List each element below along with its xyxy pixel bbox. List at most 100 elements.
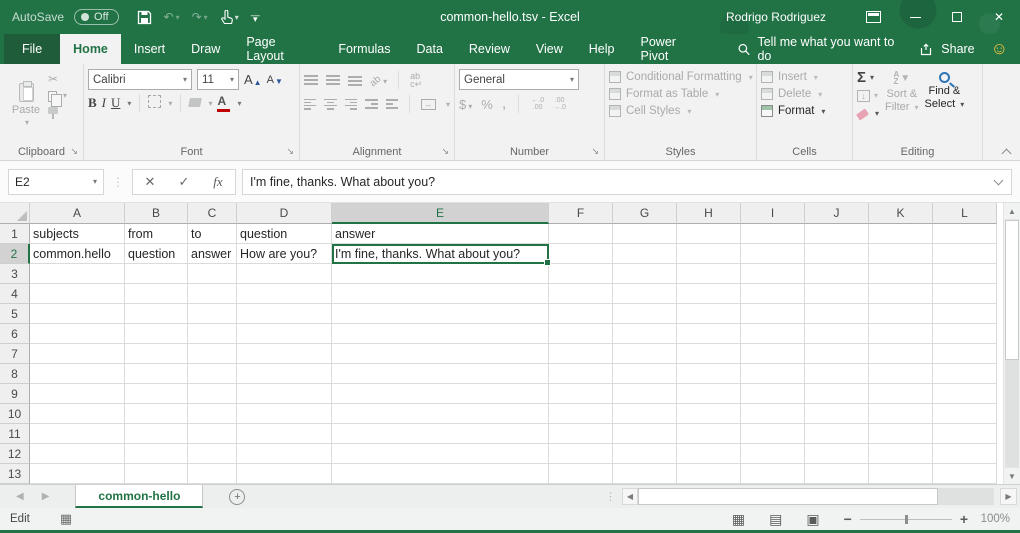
top-align-button[interactable] [304, 75, 318, 86]
cell-C10[interactable] [188, 404, 237, 424]
delete-cells-button[interactable]: Delete▾ [761, 88, 825, 100]
touch-mouse-mode-button[interactable]: ▾ [220, 10, 239, 25]
cell-G10[interactable] [613, 404, 677, 424]
cell-I2[interactable] [741, 244, 805, 264]
cell-B10[interactable] [125, 404, 188, 424]
cell-A9[interactable] [30, 384, 125, 404]
decrease-decimal-button[interactable]: .00→.0 [553, 97, 566, 111]
sheet-tab-common-hello[interactable]: common-hello [75, 485, 203, 508]
cell-H4[interactable] [677, 284, 741, 304]
horizontal-scroll-track[interactable] [938, 488, 994, 505]
accounting-format-button[interactable]: $▾ [459, 97, 472, 112]
row-header-5[interactable]: 5 [0, 304, 30, 324]
maximize-button[interactable] [936, 0, 978, 34]
cell-G4[interactable] [613, 284, 677, 304]
cell-K9[interactable] [869, 384, 933, 404]
tab-page-layout[interactable]: Page Layout [233, 34, 325, 64]
close-button[interactable]: ✕ [978, 0, 1020, 34]
cell-B1[interactable]: from [125, 224, 188, 244]
cell-L10[interactable] [933, 404, 997, 424]
user-name[interactable]: Rodrigo Rodriguez [726, 10, 826, 24]
cell-J11[interactable] [805, 424, 869, 444]
cell-C4[interactable] [188, 284, 237, 304]
bold-button[interactable]: B [88, 95, 97, 111]
cell-A4[interactable] [30, 284, 125, 304]
cell-G9[interactable] [613, 384, 677, 404]
cell-C6[interactable] [188, 324, 237, 344]
minimize-button[interactable] [894, 0, 936, 34]
italic-button[interactable]: I [102, 95, 106, 111]
paste-button[interactable]: Paste ▾ [4, 67, 48, 143]
row-header-1[interactable]: 1 [0, 224, 30, 244]
cell-F3[interactable] [549, 264, 613, 284]
align-left-button[interactable] [304, 99, 316, 110]
cell-B8[interactable] [125, 364, 188, 384]
cell-H3[interactable] [677, 264, 741, 284]
cell-F5[interactable] [549, 304, 613, 324]
page-break-preview-icon[interactable]: ▣ [806, 511, 819, 528]
tab-home[interactable]: Home [60, 34, 121, 64]
cell-H8[interactable] [677, 364, 741, 384]
column-header-J[interactable]: J [805, 203, 869, 224]
horizontal-scroll-thumb[interactable] [638, 488, 938, 505]
wrap-text-button[interactable]: abc↵ [410, 72, 422, 88]
cell-F1[interactable] [549, 224, 613, 244]
cell-B7[interactable] [125, 344, 188, 364]
column-header-L[interactable]: L [933, 203, 997, 224]
cell-E9[interactable] [332, 384, 549, 404]
cell-A10[interactable] [30, 404, 125, 424]
cell-L7[interactable] [933, 344, 997, 364]
cell-L11[interactable] [933, 424, 997, 444]
column-header-A[interactable]: A [30, 203, 125, 224]
cell-C13[interactable] [188, 464, 237, 484]
cell-H2[interactable] [677, 244, 741, 264]
zoom-level[interactable]: 100% [976, 513, 1010, 525]
cell-C2[interactable]: answer [188, 244, 237, 264]
column-header-I[interactable]: I [741, 203, 805, 224]
cell-K13[interactable] [869, 464, 933, 484]
find-select-button[interactable]: Find & Select ▾ [925, 69, 965, 143]
cell-J6[interactable] [805, 324, 869, 344]
normal-view-icon[interactable]: ▦ [732, 511, 745, 528]
cell-A7[interactable] [30, 344, 125, 364]
tab-power-pivot[interactable]: Power Pivot [628, 34, 717, 64]
cell-D9[interactable] [237, 384, 332, 404]
customize-quick-access-button[interactable]: —▾ [251, 13, 260, 21]
cell-D4[interactable] [237, 284, 332, 304]
cell-D11[interactable] [237, 424, 332, 444]
cell-H5[interactable] [677, 304, 741, 324]
cell-B13[interactable] [125, 464, 188, 484]
merge-center-button[interactable]: ↔ [421, 99, 436, 110]
cell-C1[interactable]: to [188, 224, 237, 244]
cell-H9[interactable] [677, 384, 741, 404]
cell-C3[interactable] [188, 264, 237, 284]
cell-I13[interactable] [741, 464, 805, 484]
cell-C12[interactable] [188, 444, 237, 464]
column-header-F[interactable]: F [549, 203, 613, 224]
row-header-8[interactable]: 8 [0, 364, 30, 384]
alignment-dialog-launcher[interactable]: ↘ [441, 146, 449, 157]
row-header-13[interactable]: 13 [0, 464, 30, 484]
column-header-G[interactable]: G [613, 203, 677, 224]
cell-K5[interactable] [869, 304, 933, 324]
expand-formula-bar-icon[interactable] [994, 177, 1003, 186]
horizontal-scrollbar[interactable]: ◀ [622, 488, 994, 505]
clear-button[interactable]: ▾ [857, 107, 879, 121]
cell-A8[interactable] [30, 364, 125, 384]
save-button[interactable] [137, 10, 152, 25]
cell-E7[interactable] [332, 344, 549, 364]
font-dialog-launcher[interactable]: ↘ [286, 146, 294, 157]
cell-L3[interactable] [933, 264, 997, 284]
insert-function-button[interactable]: fx [201, 174, 235, 190]
cell-B3[interactable] [125, 264, 188, 284]
cell-G7[interactable] [613, 344, 677, 364]
format-cells-button[interactable]: Format▾ [761, 105, 825, 117]
cell-I1[interactable] [741, 224, 805, 244]
tab-data[interactable]: Data [404, 34, 456, 64]
cell-E13[interactable] [332, 464, 549, 484]
cell-L12[interactable] [933, 444, 997, 464]
underline-button[interactable]: U [111, 95, 120, 111]
cell-J12[interactable] [805, 444, 869, 464]
cell-H7[interactable] [677, 344, 741, 364]
cell-E3[interactable] [332, 264, 549, 284]
